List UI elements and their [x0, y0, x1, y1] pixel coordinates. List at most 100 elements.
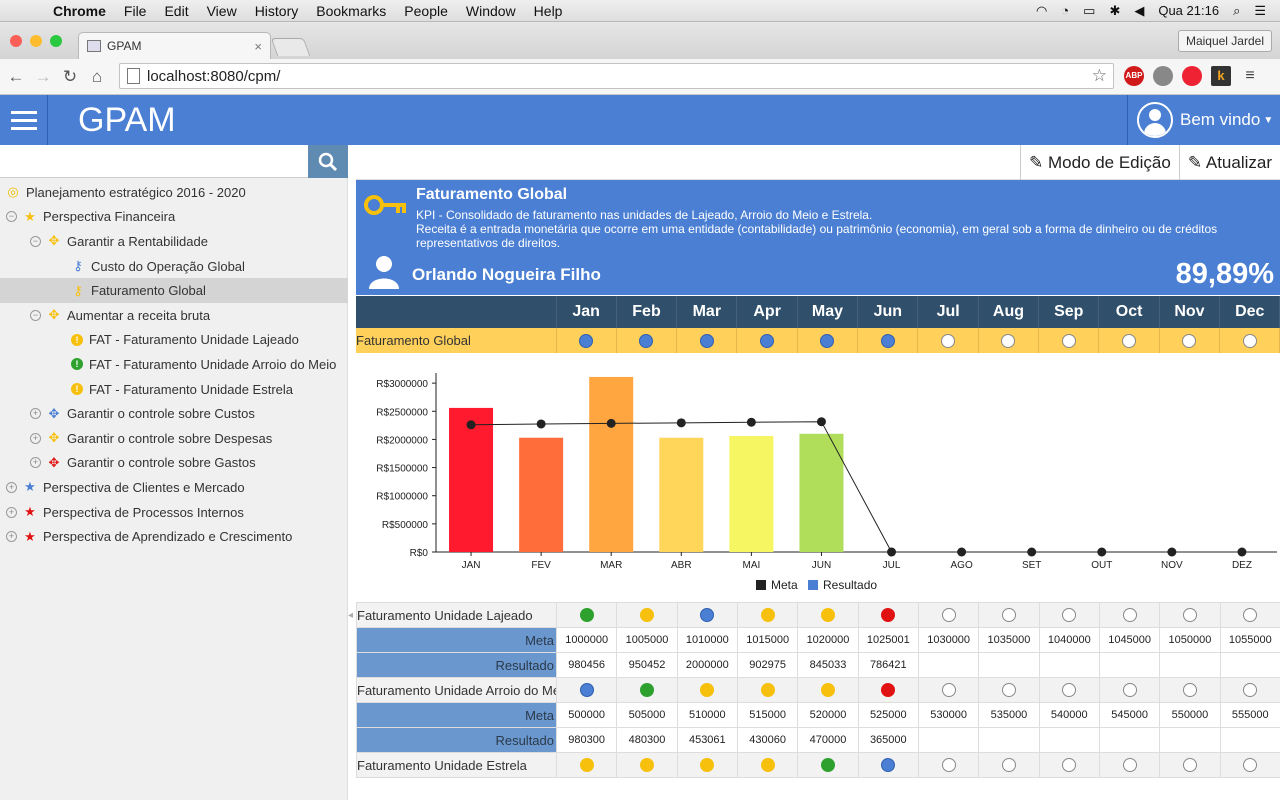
- tree-node[interactable]: + ★ Perspectiva de Clientes e Mercado: [0, 475, 348, 500]
- tree-node[interactable]: + ✥ Garantir o controle sobre Custos: [0, 401, 348, 426]
- status-cell[interactable]: [1038, 677, 1100, 703]
- meta-value[interactable]: 510000: [676, 702, 738, 728]
- expand-toggle-icon[interactable]: −: [30, 235, 41, 247]
- status-cell[interactable]: [1038, 602, 1100, 628]
- menu-help[interactable]: Help: [525, 3, 572, 19]
- status-cell[interactable]: [616, 328, 678, 353]
- meta-value[interactable]: 1025001: [857, 627, 919, 653]
- menu-bookmarks[interactable]: Bookmarks: [307, 3, 395, 19]
- expand-toggle-icon[interactable]: −: [30, 309, 41, 321]
- result-value[interactable]: [1038, 652, 1100, 678]
- meta-value[interactable]: 500000: [555, 702, 618, 728]
- home-icon[interactable]: ⌂: [86, 67, 108, 87]
- browser-tab[interactable]: GPAM ×: [78, 32, 271, 59]
- meta-value[interactable]: 515000: [736, 702, 799, 728]
- meta-value[interactable]: 545000: [1098, 702, 1161, 728]
- tree-node[interactable]: ⚷ Faturamento Global: [0, 278, 348, 303]
- meta-value[interactable]: 1045000: [1098, 627, 1161, 653]
- meta-value[interactable]: 520000: [797, 702, 859, 728]
- clock[interactable]: Qua 21:16: [1158, 3, 1219, 18]
- meta-value[interactable]: 1010000: [676, 627, 738, 653]
- menu-people[interactable]: People: [395, 3, 457, 19]
- meta-value[interactable]: 555000: [1219, 702, 1280, 728]
- meta-value[interactable]: 550000: [1159, 702, 1221, 728]
- extension-gear-icon[interactable]: [1153, 66, 1173, 86]
- search-button[interactable]: [308, 145, 348, 178]
- refresh-button[interactable]: ✎ Atualizar: [1178, 144, 1280, 180]
- status-cell[interactable]: [1219, 677, 1280, 703]
- bluetooth-icon[interactable]: ✱: [1109, 3, 1120, 19]
- result-value[interactable]: [978, 652, 1040, 678]
- status-cell[interactable]: [616, 602, 678, 628]
- status-cell[interactable]: [676, 752, 738, 778]
- status-cell[interactable]: [676, 328, 738, 353]
- battery-icon[interactable]: ▭: [1083, 3, 1095, 19]
- status-cell[interactable]: [917, 328, 979, 353]
- tree-node[interactable]: ! FAT - Faturamento Unidade Arroio do Mei…: [0, 352, 348, 377]
- status-cell[interactable]: [1159, 677, 1221, 703]
- meta-value[interactable]: 1000000: [555, 627, 618, 653]
- collapse-sidebar-icon[interactable]: ◂: [348, 610, 353, 621]
- meta-value[interactable]: 525000: [857, 702, 919, 728]
- status-cell[interactable]: [736, 328, 798, 353]
- result-value[interactable]: 902975: [736, 652, 799, 678]
- status-cell[interactable]: [978, 677, 1040, 703]
- tree-node[interactable]: ◎ Planejamento estratégico 2016 - 2020: [0, 180, 348, 205]
- opera-icon[interactable]: [1182, 66, 1202, 86]
- expand-toggle-icon[interactable]: +: [30, 408, 41, 420]
- expand-toggle-icon[interactable]: +: [6, 506, 17, 518]
- status-cell[interactable]: [917, 677, 980, 703]
- chrome-menu-icon[interactable]: ≡: [1240, 66, 1260, 86]
- status-cell[interactable]: [1159, 752, 1221, 778]
- result-value[interactable]: 430060: [736, 727, 799, 753]
- status-cell[interactable]: [736, 677, 799, 703]
- status-cell[interactable]: [555, 602, 618, 628]
- tree-node[interactable]: + ✥ Garantir o controle sobre Despesas: [0, 426, 348, 451]
- status-cell[interactable]: [1098, 602, 1161, 628]
- close-tab-icon[interactable]: ×: [254, 39, 262, 54]
- status-cell[interactable]: [736, 602, 799, 628]
- status-cell[interactable]: [555, 752, 618, 778]
- menu-edit[interactable]: Edit: [155, 3, 197, 19]
- tree-node[interactable]: + ★ Perspectiva de Processos Internos: [0, 500, 348, 525]
- expand-toggle-icon[interactable]: −: [6, 211, 17, 223]
- status-cell[interactable]: [676, 602, 738, 628]
- result-value[interactable]: [917, 727, 980, 753]
- result-value[interactable]: 950452: [616, 652, 678, 678]
- status-cell[interactable]: [857, 677, 919, 703]
- meta-value[interactable]: 530000: [917, 702, 980, 728]
- tree-node[interactable]: ⚷ Custo do Operação Global: [0, 254, 348, 279]
- result-value[interactable]: [1159, 652, 1221, 678]
- notification-center-icon[interactable]: ☰: [1254, 3, 1266, 19]
- meta-value[interactable]: 1015000: [736, 627, 799, 653]
- status-cell[interactable]: [797, 677, 859, 703]
- tree-node[interactable]: − ★ Perspectiva Financeira: [0, 205, 348, 230]
- result-value[interactable]: [917, 652, 980, 678]
- status-cell[interactable]: [857, 328, 919, 353]
- status-cell[interactable]: [797, 602, 859, 628]
- tree-node[interactable]: + ★ Perspectiva de Aprendizado e Crescimen…: [0, 524, 348, 549]
- address-bar[interactable]: localhost:8080/cpm/ ☆: [119, 63, 1114, 89]
- meta-value[interactable]: 505000: [616, 702, 678, 728]
- tree-node[interactable]: − ✥ Aumentar a receita bruta: [0, 303, 348, 328]
- zoom-window-icon[interactable]: [50, 35, 62, 47]
- new-tab-button[interactable]: [270, 38, 311, 56]
- menu-history[interactable]: History: [246, 3, 308, 19]
- status-cell[interactable]: [1098, 677, 1161, 703]
- result-value[interactable]: 980300: [555, 727, 618, 753]
- search-input[interactable]: [0, 145, 308, 177]
- result-value[interactable]: [1219, 652, 1280, 678]
- spotlight-icon[interactable]: ⌕: [1233, 3, 1240, 19]
- status-cell[interactable]: [616, 752, 678, 778]
- status-cell[interactable]: [857, 752, 919, 778]
- meta-value[interactable]: 1040000: [1038, 627, 1100, 653]
- result-value[interactable]: 980456: [555, 652, 618, 678]
- meta-value[interactable]: 1050000: [1159, 627, 1221, 653]
- menu-view[interactable]: View: [198, 3, 246, 19]
- status-cell[interactable]: [978, 752, 1040, 778]
- status-cell[interactable]: [616, 677, 678, 703]
- status-cell[interactable]: [736, 752, 799, 778]
- edit-mode-button[interactable]: ✎ Modo de Edição: [1019, 144, 1179, 180]
- tree-node[interactable]: ! FAT - Faturamento Unidade Estrela: [0, 377, 348, 402]
- close-window-icon[interactable]: [10, 35, 22, 47]
